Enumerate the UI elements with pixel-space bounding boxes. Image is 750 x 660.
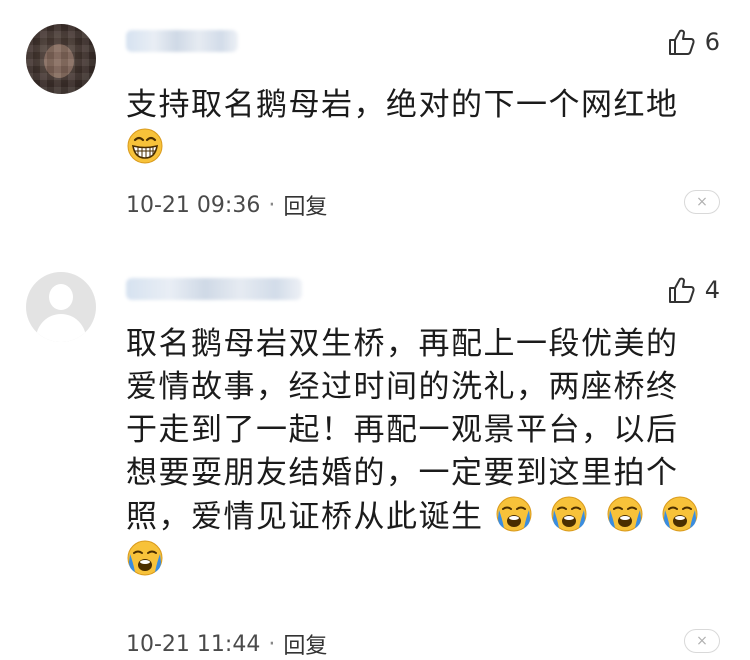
close-icon: × <box>696 633 708 649</box>
comment-item: 6 支持取名鹅母岩，绝对的下一个网红地 10-21 09:36 · 回复 × <box>0 0 750 248</box>
crying-face-emoji <box>550 495 588 533</box>
comment-text-line: 取名鹅母岩双生桥，再配上一段优美的 <box>126 326 679 362</box>
username-blurred[interactable] <box>126 30 238 52</box>
thumbs-up-icon <box>668 29 695 55</box>
crying-face-emoji <box>661 495 699 533</box>
like-count: 6 <box>704 28 720 56</box>
comment-text: 支持取名鹅母岩，绝对的下一个网红地 <box>126 84 726 171</box>
crying-face-emoji <box>495 495 533 533</box>
comment-text-line: 想要耍朋友结婚的，一定要到这里拍个 <box>126 455 679 491</box>
avatar[interactable] <box>26 24 96 94</box>
comment-item: 4 取名鹅母岩双生桥，再配上一段优美的 爱情故事，经过时间的洗礼，两座桥终 于走… <box>0 248 750 659</box>
like-count: 4 <box>704 276 720 304</box>
reply-button[interactable]: 回复 <box>283 189 327 221</box>
like-button[interactable]: 6 <box>667 27 720 57</box>
comment-time: 10-21 09:36 <box>126 192 261 218</box>
dismiss-button[interactable]: × <box>684 190 720 214</box>
username-blurred[interactable] <box>126 278 302 300</box>
comment-text-line: 爱情故事，经过时间的洗礼，两座桥终 <box>126 369 679 405</box>
thumbs-up-icon <box>668 277 695 303</box>
meta-separator: · <box>268 192 276 218</box>
comment-meta: 10-21 09:36 · 回复 <box>126 189 327 221</box>
comment-meta: 10-21 11:44 · 回复 <box>126 628 327 660</box>
comment-text-line: 照，爱情见证桥从此诞生 <box>126 499 484 535</box>
comment-time: 10-21 11:44 <box>126 631 261 657</box>
crying-face-emoji <box>606 495 644 533</box>
comment-text-line: 于走到了一起！再配一观景平台，以后 <box>126 412 679 448</box>
comment-text-line: 支持取名鹅母岩，绝对的下一个网红地 <box>126 87 679 123</box>
meta-separator: · <box>268 631 276 657</box>
dismiss-button[interactable]: × <box>684 629 720 653</box>
comment-text: 取名鹅母岩双生桥，再配上一段优美的 爱情故事，经过时间的洗礼，两座桥终 于走到了… <box>126 323 726 583</box>
crying-face-emoji <box>126 539 164 577</box>
reply-button[interactable]: 回复 <box>283 628 327 660</box>
avatar[interactable] <box>26 272 96 342</box>
grinning-face-emoji <box>126 127 164 165</box>
close-icon: × <box>696 194 708 210</box>
like-button[interactable]: 4 <box>667 275 720 305</box>
